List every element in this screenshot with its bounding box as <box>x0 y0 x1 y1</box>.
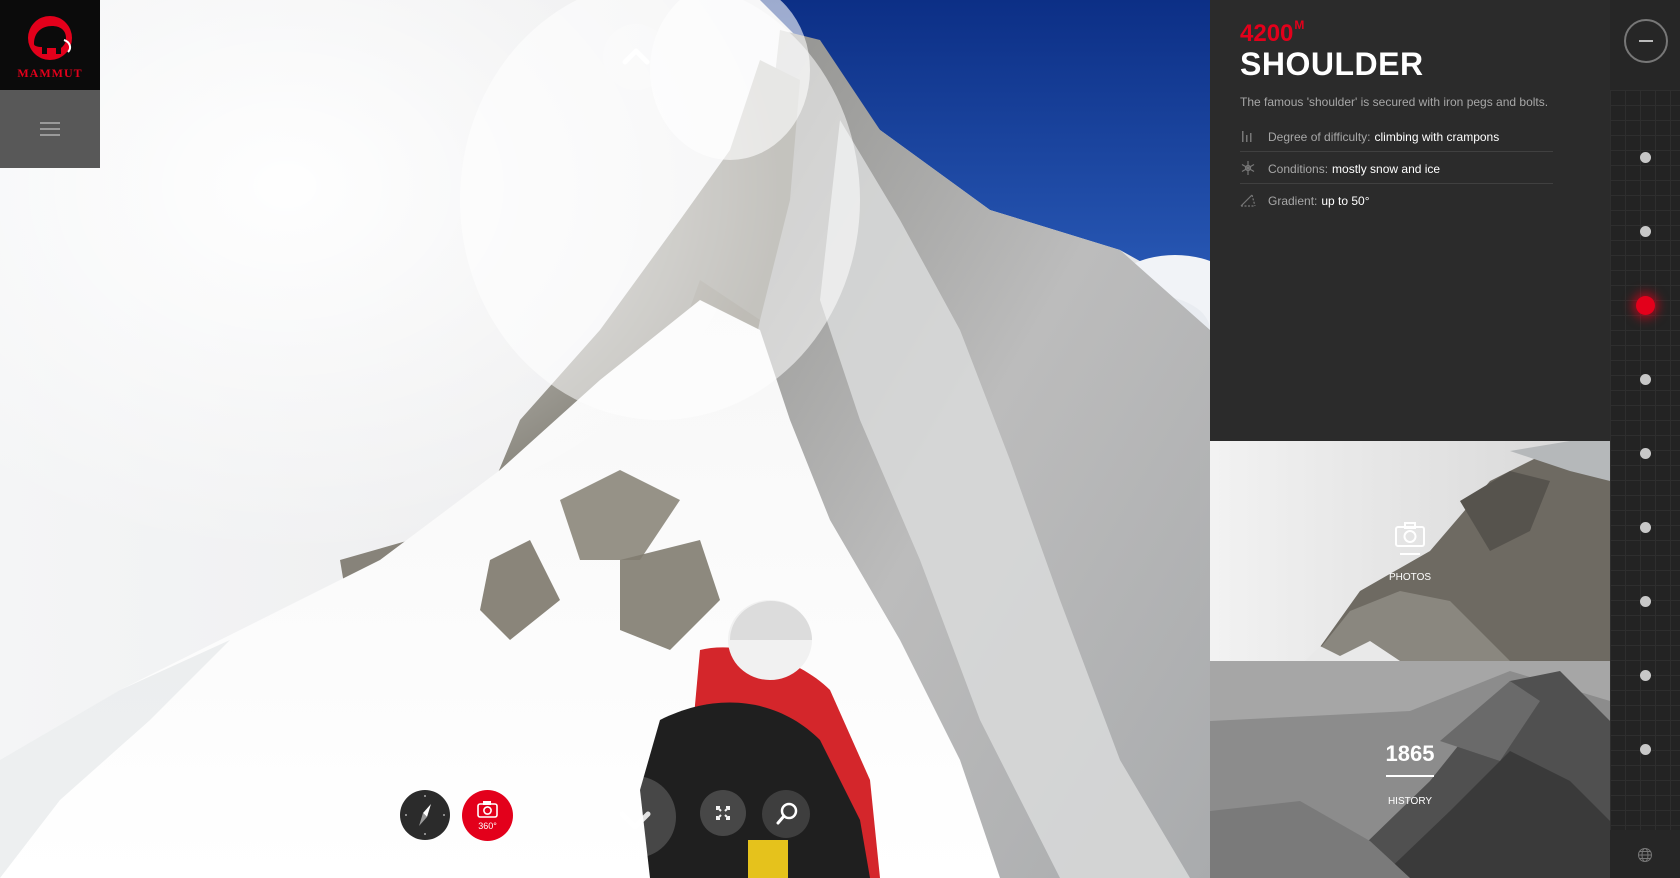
history-label: HISTORY <box>1387 796 1433 807</box>
logo-wordmark: MAMMUT <box>17 66 83 80</box>
history-thumbnail <box>1210 661 1610 878</box>
globe-icon[interactable] <box>1637 847 1653 863</box>
property-label: Conditions: <box>1268 162 1329 176</box>
altitude-unit: M <box>1294 18 1305 32</box>
camera-360-button[interactable]: 360° <box>462 790 513 841</box>
waypoint-title: SHOULDER <box>1240 46 1424 82</box>
waypoint-dot[interactable] <box>1640 374 1651 385</box>
minus-icon <box>1639 40 1653 42</box>
photos-thumbnail <box>1210 441 1610 661</box>
waypoint-dot[interactable] <box>1640 596 1651 607</box>
compass-button[interactable] <box>400 790 450 840</box>
fullscreen-icon <box>716 806 730 820</box>
waypoint-dot[interactable] <box>1640 744 1651 755</box>
next-view-button[interactable] <box>594 776 676 858</box>
property-gradient: Gradient: up to 50° <box>1240 184 1553 216</box>
history-year: 1865 <box>1385 741 1435 766</box>
mammoth-logo-icon <box>28 16 72 60</box>
caption-divider <box>1386 775 1434 777</box>
chevron-up-icon <box>622 48 650 65</box>
altitude-heading: 4200M <box>1240 18 1304 48</box>
waypoint-dot[interactable] <box>1640 152 1651 163</box>
fullscreen-button[interactable] <box>700 790 746 836</box>
previous-view-button[interactable] <box>603 24 669 90</box>
panorama-viewer[interactable] <box>0 0 1210 878</box>
compass-icon <box>405 795 445 835</box>
property-label: Degree of difficulty: <box>1268 130 1371 144</box>
property-conditions: Conditions: mostly snow and ice <box>1240 152 1553 184</box>
panorama-scene[interactable] <box>0 0 1210 878</box>
camera-icon <box>1395 522 1425 547</box>
waypoint-dot[interactable] <box>1640 522 1651 533</box>
waypoint-info-panel: 4200M SHOULDER The famous 'shoulder' is … <box>1210 0 1610 441</box>
mammut-logo[interactable]: MAMMUT <box>0 0 100 90</box>
history-tile[interactable]: 1865 HISTORY <box>1210 661 1610 878</box>
photos-tile[interactable]: PHOTOS <box>1210 441 1610 661</box>
property-value: up to 50° <box>1321 194 1370 208</box>
waypoint-dot[interactable] <box>1640 226 1651 237</box>
bar-chart-icon <box>1242 131 1252 142</box>
waypoint-dot[interactable] <box>1640 670 1651 681</box>
zoom-icon <box>776 802 798 825</box>
zoom-button[interactable] <box>762 790 810 838</box>
menu-button[interactable] <box>0 90 100 168</box>
camera-360-label: 360° <box>478 821 497 831</box>
snowflake-icon <box>1241 161 1255 175</box>
property-label: Gradient: <box>1268 194 1318 208</box>
waypoint-dot[interactable] <box>1640 448 1651 459</box>
slope-icon <box>1240 194 1256 207</box>
caption-divider <box>1400 553 1420 555</box>
app-root: MAMMUT 360° 4200M SHOULDER The famous 's… <box>0 0 1680 878</box>
waypoint-description: The famous 'shoulder' is secured with ir… <box>1240 95 1549 109</box>
collapse-panel-button[interactable] <box>1624 19 1668 63</box>
waypoint-dot-active[interactable] <box>1636 296 1655 315</box>
property-difficulty: Degree of difficulty: climbing with cramp… <box>1240 120 1553 152</box>
photos-label: PHOTOS <box>1388 572 1432 583</box>
altitude-value: 4200 <box>1240 20 1294 47</box>
property-value: mostly snow and ice <box>1332 162 1441 176</box>
chevron-down-icon <box>619 811 651 830</box>
property-value: climbing with crampons <box>1374 130 1500 144</box>
